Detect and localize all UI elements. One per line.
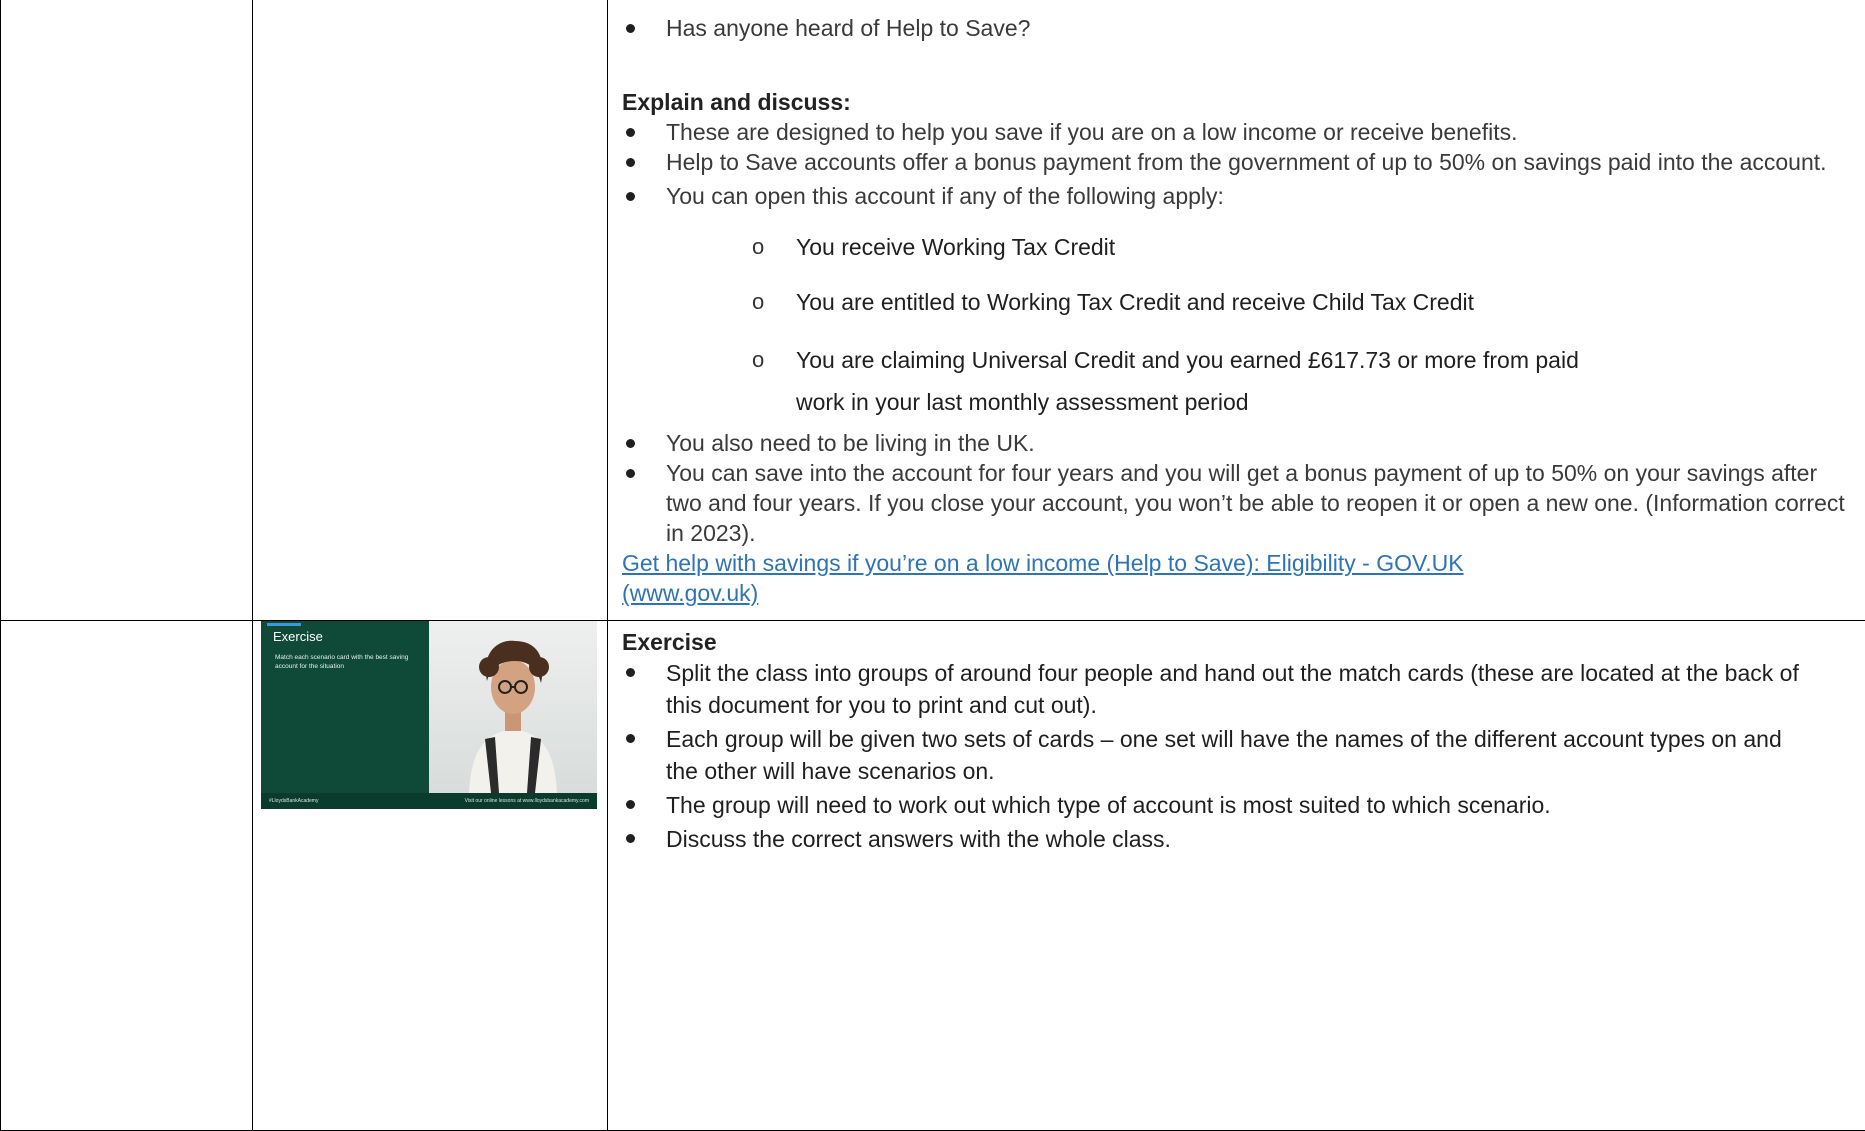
slide-bullet: Match each scenario card with the best s… bbox=[275, 653, 425, 671]
gov-uk-link[interactable]: Get help with savings if you’re on a low… bbox=[622, 548, 1542, 608]
slide-tag bbox=[267, 623, 301, 626]
notes-cell: Has anyone heard of Help to Save? Explai… bbox=[608, 0, 1865, 621]
slide-footer-left: #LloydsBankAcademy bbox=[269, 798, 318, 804]
slide-footer-right: Visit our online lessons at www.lloydsba… bbox=[465, 798, 589, 804]
table-row-exercise: Exercise Match each scenario card with t… bbox=[1, 621, 1865, 1131]
exercise-list: Split the class into groups of around fo… bbox=[622, 657, 1865, 855]
conditions-list: You receive Working Tax Credit You are e… bbox=[622, 229, 1865, 423]
sub-list-item: You are entitled to Working Tax Credit a… bbox=[622, 284, 1865, 320]
list-item: These are designed to help you save if y… bbox=[622, 117, 1865, 147]
list-item: You can open this account if any of the … bbox=[622, 181, 1865, 423]
student-photo bbox=[429, 621, 597, 793]
list-item-text: You can open this account if any of the … bbox=[666, 183, 1224, 209]
list-item: Help to Save accounts offer a bonus paym… bbox=[622, 147, 1865, 177]
section-heading: Exercise bbox=[622, 627, 1865, 657]
sub-list-item: You receive Working Tax Credit bbox=[622, 229, 1865, 265]
student-illustration bbox=[429, 621, 597, 793]
list-item: Each group will be given two sets of car… bbox=[622, 723, 1865, 787]
table-row-help-to-save: Has anyone heard of Help to Save? Explai… bbox=[1, 0, 1865, 621]
section-heading: Explain and discuss: bbox=[622, 87, 1865, 117]
slide-cell bbox=[253, 0, 608, 621]
notes-cell: Exercise Split the class into groups of … bbox=[608, 621, 1865, 1131]
list-item: You also need to be living in the UK. bbox=[622, 428, 1865, 458]
explain-list: These are designed to help you save if y… bbox=[622, 117, 1865, 548]
lesson-plan-table: Has anyone heard of Help to Save? Explai… bbox=[0, 0, 1865, 1131]
slide-thumbnail: Exercise Match each scenario card with t… bbox=[261, 621, 597, 809]
intro-list: Has anyone heard of Help to Save? bbox=[622, 13, 1865, 43]
list-item: You can save into the account for four y… bbox=[622, 458, 1865, 548]
slide-title: Exercise bbox=[273, 629, 323, 644]
empty-cell bbox=[1, 0, 253, 621]
empty-cell bbox=[1, 621, 253, 1131]
list-item: Has anyone heard of Help to Save? bbox=[622, 13, 1865, 43]
list-item: Split the class into groups of around fo… bbox=[622, 657, 1865, 721]
slide-cell: Exercise Match each scenario card with t… bbox=[253, 621, 608, 1131]
list-item: The group will need to work out which ty… bbox=[622, 789, 1865, 821]
slide-footer: #LloydsBankAcademy Visit our online less… bbox=[261, 793, 597, 809]
sub-list-item: You are claiming Universal Credit and yo… bbox=[622, 339, 1865, 423]
list-item: Discuss the correct answers with the who… bbox=[622, 823, 1865, 855]
